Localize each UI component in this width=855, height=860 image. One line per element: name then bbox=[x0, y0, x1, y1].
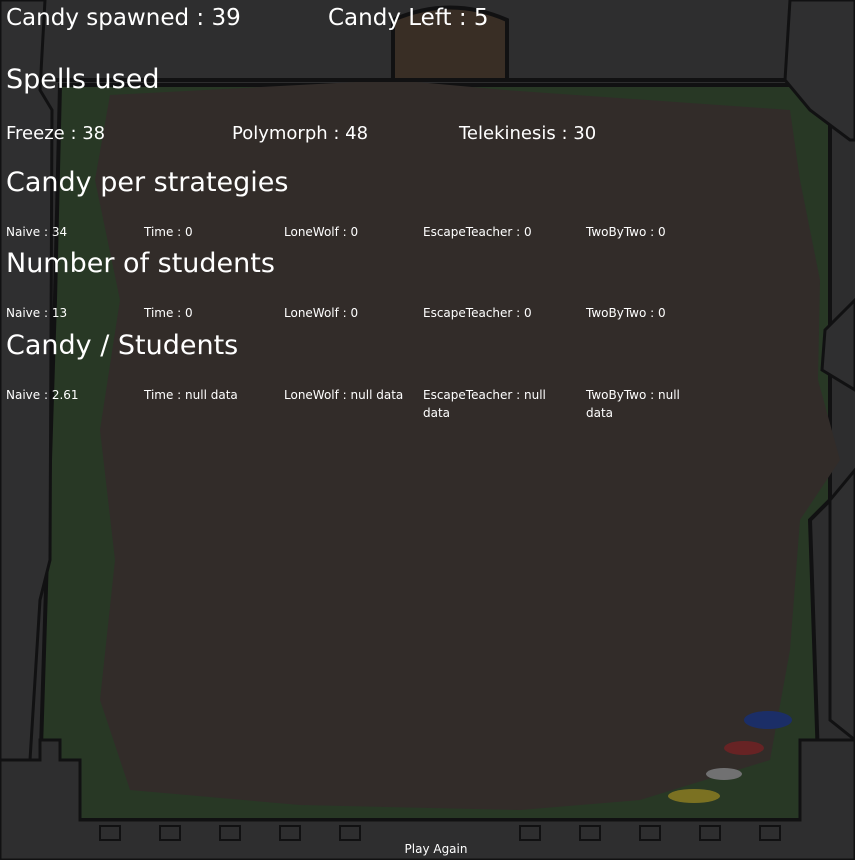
candy-strategy-time: Time : 0 bbox=[144, 225, 193, 239]
students-heading: Number of students bbox=[6, 248, 275, 279]
students-escapeteacher: EscapeTeacher : 0 bbox=[423, 306, 532, 320]
candy-strategy-lonewolf: LoneWolf : 0 bbox=[284, 225, 359, 239]
ratio-escapeteacher: EscapeTeacher : null data bbox=[423, 388, 546, 420]
ratio-twobytwo: TwoByTwo : null data bbox=[586, 388, 680, 420]
students-twobytwo: TwoByTwo : 0 bbox=[586, 306, 666, 320]
ratio-lonewolf: LoneWolf : null data bbox=[284, 388, 404, 402]
students-lonewolf: LoneWolf : 0 bbox=[284, 306, 359, 320]
candy-strategy-escapeteacher: EscapeTeacher : 0 bbox=[423, 225, 532, 239]
spell-freeze: Freeze : 38 bbox=[6, 123, 106, 144]
students-naive: Naive : 13 bbox=[6, 306, 68, 320]
spell-telekinesis: Telekinesis : 30 bbox=[459, 123, 597, 144]
spells-heading: Spells used bbox=[6, 64, 160, 95]
students-time: Time : 0 bbox=[144, 306, 193, 320]
candy-left-label: Candy Left : 5 bbox=[328, 5, 489, 31]
candy-strategy-naive: Naive : 34 bbox=[6, 225, 68, 239]
play-again-button[interactable]: Play Again bbox=[395, 838, 477, 860]
end-game-stats-panel: Candy spawned : 39 Candy Left : 5 Spells… bbox=[0, 0, 855, 860]
candy-strategy-twobytwo: TwoByTwo : 0 bbox=[586, 225, 666, 239]
ratio-time: Time : null data bbox=[144, 388, 238, 402]
ratio-naive: Naive : 2.61 bbox=[6, 388, 79, 402]
spell-polymorph: Polymorph : 48 bbox=[232, 123, 369, 144]
candy-per-student-heading: Candy / Students bbox=[6, 330, 239, 361]
candy-per-strategy-heading: Candy per strategies bbox=[6, 167, 289, 198]
candy-spawned-label: Candy spawned : 39 bbox=[6, 5, 241, 31]
